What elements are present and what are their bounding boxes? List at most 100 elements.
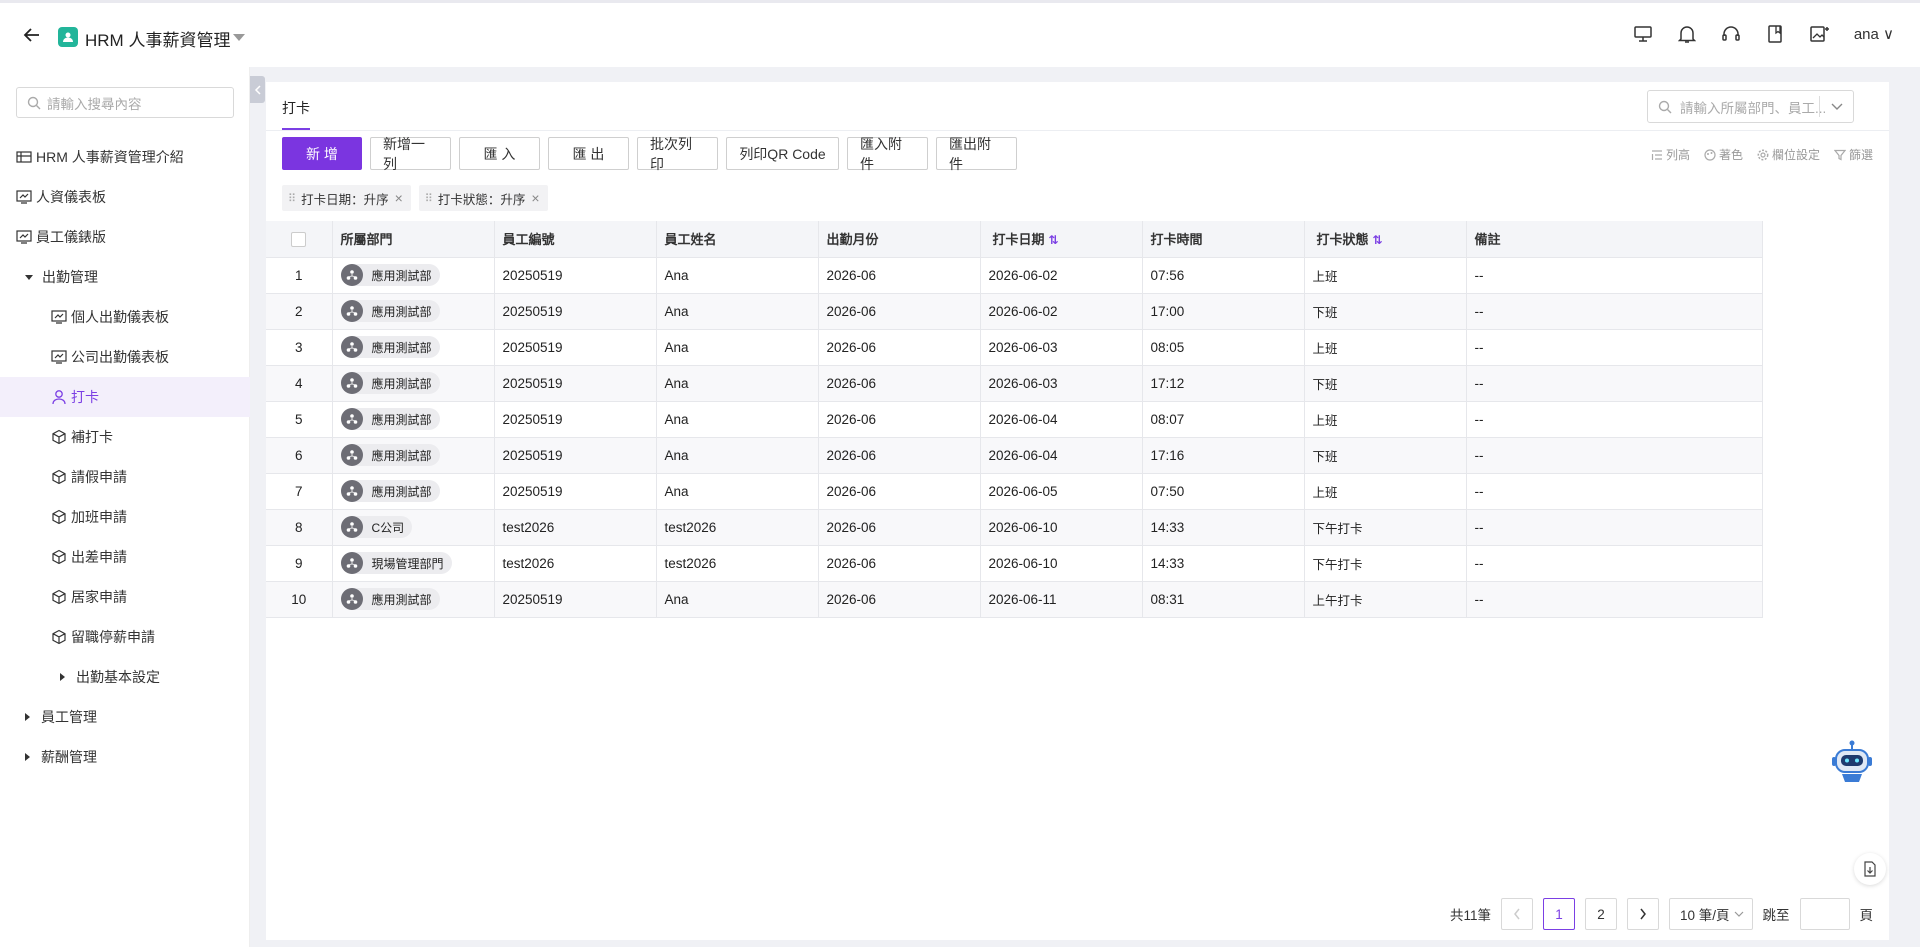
- filter-tool[interactable]: 篩選: [1833, 146, 1873, 163]
- sidebar-group-payroll-management[interactable]: 薪酬管理: [0, 737, 250, 777]
- department-cell[interactable]: 應用測試部: [332, 473, 495, 510]
- sort-chip[interactable]: ⠿ 打卡日期：升序 ×: [282, 185, 411, 211]
- table-row[interactable]: 3 應用測試部 20250519 Ana 2026-06 2026-06-03 08:05 上…: [266, 329, 1763, 366]
- attendance-month-cell[interactable]: 2026-06: [818, 581, 981, 618]
- clock-date-cell[interactable]: 2026-06-10: [980, 545, 1143, 582]
- table-row[interactable]: 9 現場管理部門 test2026 test2026 2026-06 2026-06-10…: [266, 545, 1763, 582]
- employee-id-cell[interactable]: 20250519: [494, 473, 657, 510]
- employee-id-cell[interactable]: 20250519: [494, 401, 657, 438]
- clock-date-cell[interactable]: 2026-06-11: [980, 581, 1143, 618]
- page-size-select[interactable]: 10 筆/頁: [1668, 898, 1753, 930]
- employee-id-cell[interactable]: test2026: [494, 545, 657, 582]
- jump-page-input[interactable]: [1799, 898, 1850, 930]
- clock-date-cell[interactable]: 2026-06-04: [980, 401, 1143, 438]
- sort-ascending-icon[interactable]: ⇅: [1373, 233, 1383, 247]
- table-row[interactable]: 4 應用測試部 20250519 Ana 2026-06 2026-06-03 17:12 下…: [266, 365, 1763, 402]
- sidebar-item-hrm-intro[interactable]: HRM 人事薪資管理介紹: [0, 137, 250, 177]
- employee-id-cell[interactable]: 20250519: [494, 581, 657, 618]
- employee-name-cell[interactable]: Ana: [656, 329, 819, 366]
- import-attachments-button[interactable]: 匯入附件: [847, 136, 928, 172]
- clock-time-cell[interactable]: 08:05: [1142, 329, 1305, 366]
- employee-name-cell[interactable]: test2026: [656, 545, 819, 582]
- attendance-month-cell[interactable]: 2026-06: [818, 473, 981, 510]
- department-cell[interactable]: 應用測試部: [332, 437, 495, 474]
- clock-date-cell[interactable]: 2026-06-03: [980, 365, 1143, 402]
- employee-id-cell[interactable]: 20250519: [494, 329, 657, 366]
- column-header[interactable]: 員工姓名: [656, 221, 819, 258]
- table-row[interactable]: 1 應用測試部 20250519 Ana 2026-06 2026-06-02 07:56 上…: [266, 257, 1763, 294]
- clock-status-cell[interactable]: 上午打卡: [1304, 581, 1467, 618]
- attendance-month-cell[interactable]: 2026-06: [818, 293, 981, 330]
- sort-ascending-icon[interactable]: ⇅: [1049, 233, 1059, 247]
- column-settings-tool[interactable]: 欄位設定: [1757, 146, 1820, 163]
- clock-status-cell[interactable]: 上班: [1304, 257, 1467, 294]
- column-header-sorted[interactable]: 打卡日期 ⇅: [980, 221, 1143, 258]
- export-file-float-button[interactable]: [1854, 853, 1886, 885]
- monitor-icon[interactable]: [1632, 23, 1654, 45]
- tab-clock-in[interactable]: 打卡: [282, 98, 310, 130]
- attendance-month-cell[interactable]: 2026-06: [818, 437, 981, 474]
- remark-cell[interactable]: --: [1466, 329, 1763, 366]
- table-row[interactable]: 7 應用測試部 20250519 Ana 2026-06 2026-06-05 07:50 上…: [266, 473, 1763, 510]
- employee-name-cell[interactable]: Ana: [656, 257, 819, 294]
- department-cell[interactable]: 應用測試部: [332, 329, 495, 366]
- department-cell[interactable]: 應用測試部: [332, 257, 495, 294]
- employee-name-cell[interactable]: Ana: [656, 293, 819, 330]
- column-header[interactable]: 員工編號: [494, 221, 657, 258]
- employee-name-cell[interactable]: test2026: [656, 509, 819, 546]
- column-header[interactable]: 所屬部門: [332, 221, 495, 258]
- employee-id-cell[interactable]: test2026: [494, 509, 657, 546]
- clock-status-cell[interactable]: 上班: [1304, 401, 1467, 438]
- remark-cell[interactable]: --: [1466, 365, 1763, 402]
- book-icon[interactable]: [1764, 23, 1786, 45]
- user-menu[interactable]: ana ∨: [1854, 25, 1894, 43]
- image-add-icon[interactable]: [1808, 23, 1830, 45]
- employee-name-cell[interactable]: Ana: [656, 365, 819, 402]
- close-icon[interactable]: ×: [531, 190, 539, 206]
- employee-name-cell[interactable]: Ana: [656, 473, 819, 510]
- department-cell[interactable]: 現場管理部門: [332, 545, 495, 582]
- print-qr-code-button[interactable]: 列印QR Code: [726, 137, 839, 170]
- clock-time-cell[interactable]: 07:56: [1142, 257, 1305, 294]
- sidebar-item-personal-attendance-dashboard[interactable]: 個人出勤儀表板: [0, 297, 250, 337]
- column-header[interactable]: 出勤月份: [818, 221, 981, 258]
- sidebar-search-input[interactable]: 請輸入搜尋內容: [16, 87, 234, 118]
- department-cell[interactable]: 應用測試部: [332, 365, 495, 402]
- sidebar-item-employee-dashboard[interactable]: 員工儀錶版: [0, 217, 250, 257]
- clock-date-cell[interactable]: 2026-06-05: [980, 473, 1143, 510]
- remark-cell[interactable]: --: [1466, 581, 1763, 618]
- close-icon[interactable]: ×: [395, 190, 403, 206]
- table-row[interactable]: 5 應用測試部 20250519 Ana 2026-06 2026-06-04 08:07 上…: [266, 401, 1763, 438]
- sidebar-item-company-attendance-dashboard[interactable]: 公司出勤儀表板: [0, 337, 250, 377]
- clock-status-cell[interactable]: 下班: [1304, 293, 1467, 330]
- assistant-robot-icon[interactable]: [1830, 738, 1874, 786]
- attendance-month-cell[interactable]: 2026-06: [818, 257, 981, 294]
- clock-status-cell[interactable]: 下班: [1304, 365, 1467, 402]
- clock-time-cell[interactable]: 17:16: [1142, 437, 1305, 474]
- sidebar-group-employee-management[interactable]: 員工管理: [0, 697, 250, 737]
- sidebar-group-attendance-settings[interactable]: 出勤基本設定: [0, 657, 250, 697]
- attendance-month-cell[interactable]: 2026-06: [818, 401, 981, 438]
- search-dropdown-button[interactable]: [1819, 96, 1853, 117]
- employee-id-cell[interactable]: 20250519: [494, 365, 657, 402]
- remark-cell[interactable]: --: [1466, 473, 1763, 510]
- employee-id-cell[interactable]: 20250519: [494, 257, 657, 294]
- clock-status-cell[interactable]: 上班: [1304, 329, 1467, 366]
- employee-name-cell[interactable]: Ana: [656, 581, 819, 618]
- department-cell[interactable]: C公司: [332, 509, 495, 546]
- department-cell[interactable]: 應用測試部: [332, 401, 495, 438]
- back-arrow-icon[interactable]: [22, 25, 42, 45]
- remark-cell[interactable]: --: [1466, 257, 1763, 294]
- table-row[interactable]: 2 應用測試部 20250519 Ana 2026-06 2026-06-02 17:00 下…: [266, 293, 1763, 330]
- sidebar-item-business-trip-request[interactable]: 出差申請: [0, 537, 250, 577]
- clock-date-cell[interactable]: 2026-06-10: [980, 509, 1143, 546]
- sidebar-item-unpaid-leave-request[interactable]: 留職停薪申請: [0, 617, 250, 657]
- sidebar-item-overtime-request[interactable]: 加班申請: [0, 497, 250, 537]
- bell-icon[interactable]: [1676, 23, 1698, 45]
- drag-handle-icon[interactable]: ⠿: [288, 192, 296, 205]
- sidebar-item-leave-request[interactable]: 請假申請: [0, 457, 250, 497]
- sidebar-item-wfh-request[interactable]: 居家申請: [0, 577, 250, 617]
- department-cell[interactable]: 應用測試部: [332, 581, 495, 618]
- attendance-month-cell[interactable]: 2026-06: [818, 509, 981, 546]
- sidebar-collapse-button[interactable]: [250, 76, 265, 103]
